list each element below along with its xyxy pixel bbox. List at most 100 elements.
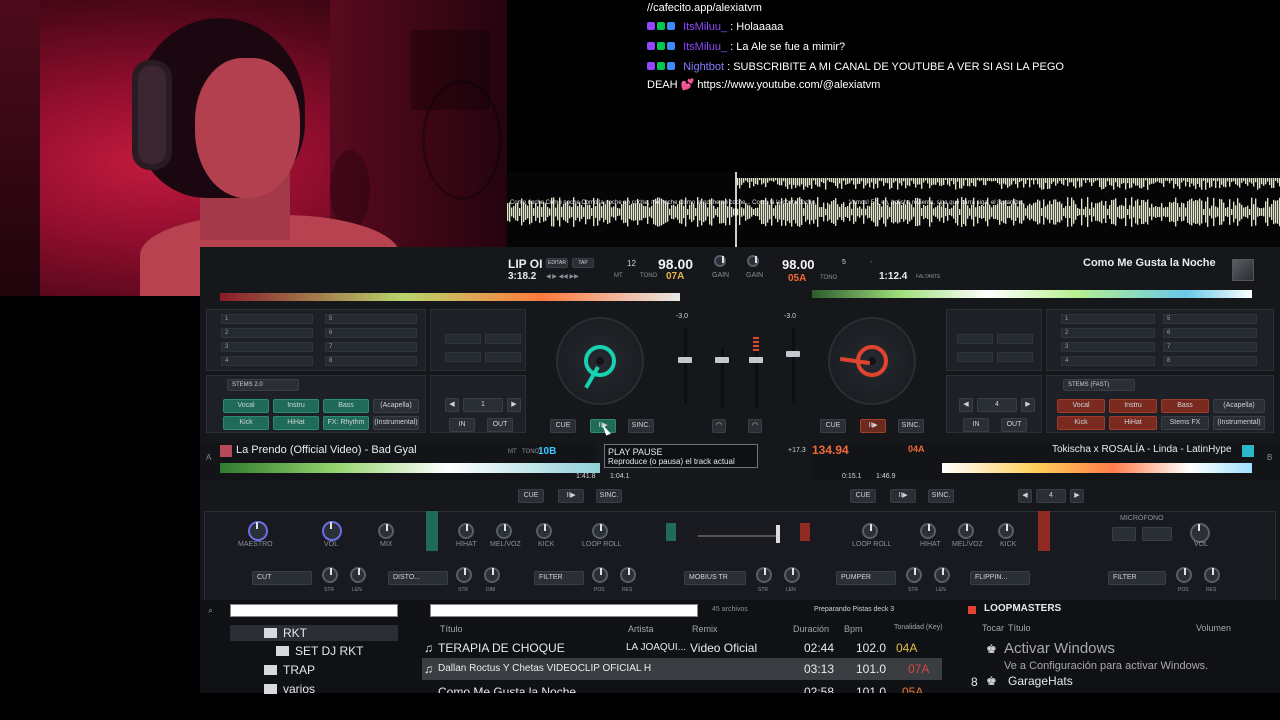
fx-res-knob[interactable] xyxy=(620,567,636,583)
melvoz-knob-a[interactable] xyxy=(496,523,512,539)
stem-acapella[interactable]: (Acapella) xyxy=(1213,399,1265,413)
fx-str-knob[interactable] xyxy=(756,567,772,583)
fx-select-flippin[interactable]: FLIPPIN... xyxy=(970,571,1030,585)
sampler-slot[interactable] xyxy=(485,352,521,362)
headphone-a-button[interactable]: ◠ xyxy=(712,419,726,433)
deck-d-play-button[interactable]: II▶ xyxy=(890,489,916,503)
mix-knob[interactable] xyxy=(378,523,394,539)
headphone-b-button[interactable]: ◠ xyxy=(748,419,762,433)
stem-instru[interactable]: Instru xyxy=(1109,399,1157,413)
deck-b-pitch-fader[interactable] xyxy=(792,327,795,403)
kick-knob-b[interactable] xyxy=(998,523,1014,539)
chat-username[interactable]: ItsMiluu_ xyxy=(683,21,727,33)
stem-stems-fx[interactable]: Stems FX xyxy=(1161,416,1209,430)
deck-d-cue-button[interactable]: CUE xyxy=(850,489,876,503)
deck-b-cue-button[interactable]: CUE xyxy=(820,419,846,433)
vol-knob[interactable] xyxy=(322,521,342,541)
loop-out-button[interactable]: OUT xyxy=(487,418,513,432)
col-title[interactable]: Título xyxy=(440,624,463,634)
hot-cue-3[interactable]: 3 xyxy=(221,342,313,352)
deck-a-jog-wheel[interactable] xyxy=(556,317,644,405)
folder-trap[interactable]: TRAP xyxy=(264,663,315,677)
deck-b-scroll-waveform[interactable] xyxy=(942,463,1252,473)
fx-pos-knob[interactable] xyxy=(1176,567,1192,583)
stem-instrumental[interactable]: (Instrumental) xyxy=(373,416,419,430)
chat-text[interactable]: DEAH 💕 https://www.youtube.com/@alexiatv… xyxy=(647,79,880,91)
sample-play-icon[interactable]: ♚ xyxy=(986,674,997,688)
folder-rkt[interactable]: RKT xyxy=(264,626,307,640)
loop-double-button[interactable]: ▶ xyxy=(507,398,521,412)
chat-username[interactable]: ItsMiluu_ xyxy=(683,41,727,53)
hot-cue-1[interactable]: 1 xyxy=(1061,314,1155,324)
deck-b-play-button[interactable]: II▶ xyxy=(860,419,886,433)
hot-cue-5[interactable]: 5 xyxy=(1163,314,1257,324)
deck-d-loop-halve[interactable]: ◀ xyxy=(1018,489,1032,503)
deck-a-pitch-fader[interactable] xyxy=(684,327,687,403)
loop-halve-button[interactable]: ◀ xyxy=(445,398,459,412)
fx-str-knob[interactable] xyxy=(906,567,922,583)
fx-select-filter-a[interactable]: FILTER xyxy=(534,571,584,585)
track-search-input[interactable] xyxy=(430,604,698,617)
overview-waveform[interactable]: Como noche Como noche Como la noche en c… xyxy=(507,172,1280,247)
deck-c-play-button[interactable]: II▶ xyxy=(558,489,584,503)
deck-b-pitch-fader-cap[interactable] xyxy=(786,351,800,357)
stem-bass[interactable]: Bass xyxy=(1161,399,1209,413)
table-row[interactable]: ♫ TERAPIA DE CHOQUE LA JOAQUI... Video O… xyxy=(422,637,942,659)
hihat-knob-a[interactable] xyxy=(458,523,474,539)
col-key[interactable]: Tonalidad (Key) xyxy=(894,624,943,631)
col-bpm[interactable]: Bpm xyxy=(844,624,863,634)
fx-str-knob[interactable] xyxy=(456,567,472,583)
channel-fader-a-cap[interactable] xyxy=(715,357,729,363)
col-artist[interactable]: Artista xyxy=(628,624,654,634)
fx-res-knob[interactable] xyxy=(1204,567,1220,583)
deck-b-key-2[interactable]: 04A xyxy=(908,444,925,454)
stem-fx-rhythm[interactable]: FX: Rhythm xyxy=(323,416,369,430)
gain-knob-b[interactable] xyxy=(747,255,759,267)
deck-a-cue-button[interactable]: CUE xyxy=(550,419,576,433)
sampler-slot[interactable] xyxy=(445,352,481,362)
fx-pos-knob[interactable] xyxy=(592,567,608,583)
crossfader-cap[interactable] xyxy=(776,525,780,543)
sampler-slot[interactable] xyxy=(957,352,993,362)
hot-cue-2[interactable]: 2 xyxy=(221,328,313,338)
stem-hihat[interactable]: HiHat xyxy=(273,416,319,430)
loop-in-button[interactable]: IN xyxy=(449,418,475,432)
sampler-slot[interactable] xyxy=(485,334,521,344)
hot-cue-3[interactable]: 3 xyxy=(1061,342,1155,352)
fx-str-knob[interactable] xyxy=(322,567,338,583)
deck-c-sync-button[interactable]: SINC. xyxy=(596,489,622,503)
deck-d-loop-double[interactable]: ▶ xyxy=(1070,489,1084,503)
sampler-slot[interactable] xyxy=(957,334,993,344)
hot-cue-1[interactable]: 1 xyxy=(221,314,313,324)
fx-len-knob[interactable] xyxy=(350,567,366,583)
deck-a-scroll-waveform[interactable] xyxy=(220,463,600,473)
stems-mode-select[interactable]: STEMS (FAST) xyxy=(1063,379,1135,391)
chat-username[interactable]: Nightbot xyxy=(683,61,724,73)
hot-cue-6[interactable]: 6 xyxy=(325,328,417,338)
stem-hihat[interactable]: HiHat xyxy=(1109,416,1157,430)
deck-c-cue-button[interactable]: CUE xyxy=(518,489,544,503)
hot-cue-4[interactable]: 4 xyxy=(1061,356,1155,366)
deck-a-sync-button[interactable]: SINC. xyxy=(628,419,654,433)
hot-cue-7[interactable]: 7 xyxy=(325,342,417,352)
sampler-slot[interactable] xyxy=(445,334,481,344)
stem-vocal[interactable]: Vocal xyxy=(223,399,269,413)
table-row[interactable]: Como Me Gusta la Noche 02:58 101.0 05A xyxy=(422,681,942,693)
sampler-slot[interactable] xyxy=(997,352,1033,362)
fx-len-knob[interactable] xyxy=(784,567,800,583)
melvoz-knob-b[interactable] xyxy=(958,523,974,539)
deck-a-key[interactable]: 07A xyxy=(666,271,684,282)
mic-button-2[interactable] xyxy=(1142,527,1172,541)
folder-search-input[interactable] xyxy=(230,604,398,617)
deck-d-sync-button[interactable]: SINC. xyxy=(928,489,954,503)
hot-cue-4[interactable]: 4 xyxy=(221,356,313,366)
fx-dim-knob[interactable] xyxy=(484,567,500,583)
loop-size[interactable]: 1 xyxy=(463,398,503,412)
col-remix[interactable]: Remix xyxy=(692,624,718,634)
hot-cue-5[interactable]: 5 xyxy=(325,314,417,324)
stem-instrumental[interactable]: (Instrumental) xyxy=(1213,416,1265,430)
hot-cue-8[interactable]: 8 xyxy=(325,356,417,366)
hot-cue-7[interactable]: 7 xyxy=(1163,342,1257,352)
loop-out-button[interactable]: OUT xyxy=(1001,418,1027,432)
sample-name[interactable]: GarageHats xyxy=(1008,674,1073,688)
